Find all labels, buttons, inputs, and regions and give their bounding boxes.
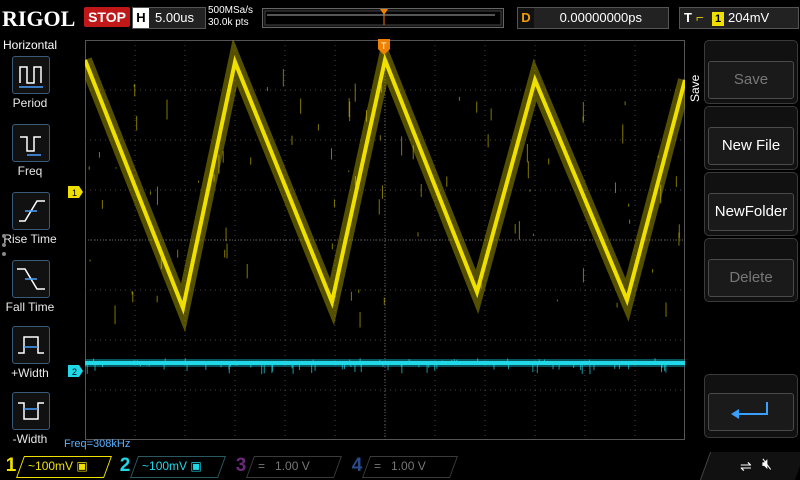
rise-time-icon <box>12 192 50 230</box>
measure-negative-width-label: -Width <box>12 432 48 446</box>
ch4-number: 4 <box>351 455 363 476</box>
waveform-grid <box>78 36 692 440</box>
measure-menu: Horizontal Period Freq Rise Time Fall Ti… <box>0 36 60 450</box>
trigger-level: 204mV <box>728 10 770 25</box>
fall-time-icon <box>12 260 50 298</box>
ch4-coupling: = <box>374 459 382 473</box>
sample-rate: 500MSa/s <box>208 5 254 16</box>
delete-softkey-label: Delete <box>708 259 794 297</box>
ch1-bw-icon: ▣ <box>76 459 88 473</box>
trigger-status[interactable]: T ⌐ 1 204mV <box>679 7 799 29</box>
measure-negative-width-item[interactable]: -Width <box>0 392 60 454</box>
ch3-scale: 1.00 V <box>275 459 310 473</box>
ch2-number: 2 <box>119 455 131 476</box>
new-folder-softkey-label: NewFolder <box>708 193 794 231</box>
frequency-measurement: Freq=308kHz <box>64 438 131 450</box>
enter-icon <box>708 393 794 431</box>
memory-depth: 30.0k pts <box>208 17 249 28</box>
trigger-source: 1 <box>712 12 724 26</box>
ch3-coupling: = <box>258 459 266 473</box>
ch2-bw-icon: ▣ <box>190 459 202 473</box>
svg-text:1: 1 <box>72 188 77 198</box>
speaker-muted-icon[interactable]: 🔇︎ <box>762 456 772 474</box>
memory-overview-bar[interactable] <box>262 8 504 28</box>
positive-width-icon <box>12 326 50 364</box>
delete-softkey[interactable]: Delete <box>704 238 798 302</box>
usb-icon: ⇌ <box>740 458 752 474</box>
measure-period-label: Period <box>12 96 48 110</box>
rigol-logo: RIGOL <box>2 6 76 31</box>
ch1-status[interactable]: 1 ~100mV ▣ <box>4 455 113 478</box>
measure-menu-title: Horizontal <box>2 38 58 52</box>
ch1-number: 1 <box>5 455 17 476</box>
waveform-display[interactable] <box>78 36 692 440</box>
measure-fall-time-label: Fall Time <box>5 300 55 314</box>
measure-rise-time-item[interactable]: Rise Time <box>0 192 60 254</box>
timebase-value: 5.00us <box>155 10 195 25</box>
measure-period-item[interactable]: Period <box>0 56 60 118</box>
trigger-position-marker[interactable]: T <box>378 39 390 57</box>
new-file-softkey-label: New File <box>708 127 794 165</box>
measure-rise-time-label: Rise Time <box>3 232 57 246</box>
save-softkey[interactable]: Save <box>704 40 798 104</box>
ch1-coupling: ~ <box>28 459 36 473</box>
negative-width-icon <box>12 392 50 430</box>
top-status-bar: RIGOL STOP H 5.00us 500MSa/s 30.0k pts D … <box>0 0 800 34</box>
measure-fall-time-item[interactable]: Fall Time <box>0 260 60 322</box>
horizontal-timebase[interactable]: H 5.00us <box>132 7 206 29</box>
ch2-scale: 100mV <box>149 459 188 473</box>
save-menu-title: Save <box>688 74 702 102</box>
ch1-scale: 100mV <box>35 459 74 473</box>
new-file-softkey[interactable]: New File <box>704 106 798 170</box>
ch2-coupling: ~ <box>142 459 150 473</box>
ch4-status[interactable]: 4 = 1.00 V <box>350 455 459 478</box>
delay-position[interactable]: D 0.00000000ps <box>517 7 669 29</box>
ch1-ground-marker[interactable]: 1 <box>68 186 84 198</box>
measure-freq-label: Freq <box>17 164 43 178</box>
delay-label: D <box>518 8 534 28</box>
ch2-ground-marker[interactable]: 2 <box>68 365 84 377</box>
enter-softkey[interactable] <box>704 374 798 438</box>
new-folder-softkey[interactable]: NewFolder <box>704 172 798 236</box>
menu-page-dots <box>2 234 8 261</box>
memory-overview-graphic <box>264 9 502 26</box>
rising-edge-icon: ⌐ <box>696 10 704 25</box>
svg-text:T: T <box>381 41 387 51</box>
ch3-status[interactable]: 3 = 1.00 V <box>234 455 343 478</box>
measure-positive-width-label: +Width <box>11 366 49 380</box>
measure-freq-item[interactable]: Freq <box>0 124 60 186</box>
svg-text:2: 2 <box>72 367 77 377</box>
ch4-scale: 1.00 V <box>391 459 426 473</box>
freq-icon <box>12 124 50 162</box>
period-icon <box>12 56 50 94</box>
horizontal-label: H <box>133 8 149 28</box>
measure-positive-width-item[interactable]: +Width <box>0 326 60 388</box>
run-stop-button[interactable]: STOP <box>84 7 130 27</box>
delay-value: 0.00000000ps <box>559 10 642 25</box>
save-softkey-label: Save <box>708 61 794 99</box>
ch2-status[interactable]: 2 ~100mV ▣ <box>118 455 227 478</box>
acquisition-info: 500MSa/s 30.0k pts <box>208 5 253 29</box>
trigger-label: T <box>684 10 692 25</box>
ch3-number: 3 <box>235 455 247 476</box>
